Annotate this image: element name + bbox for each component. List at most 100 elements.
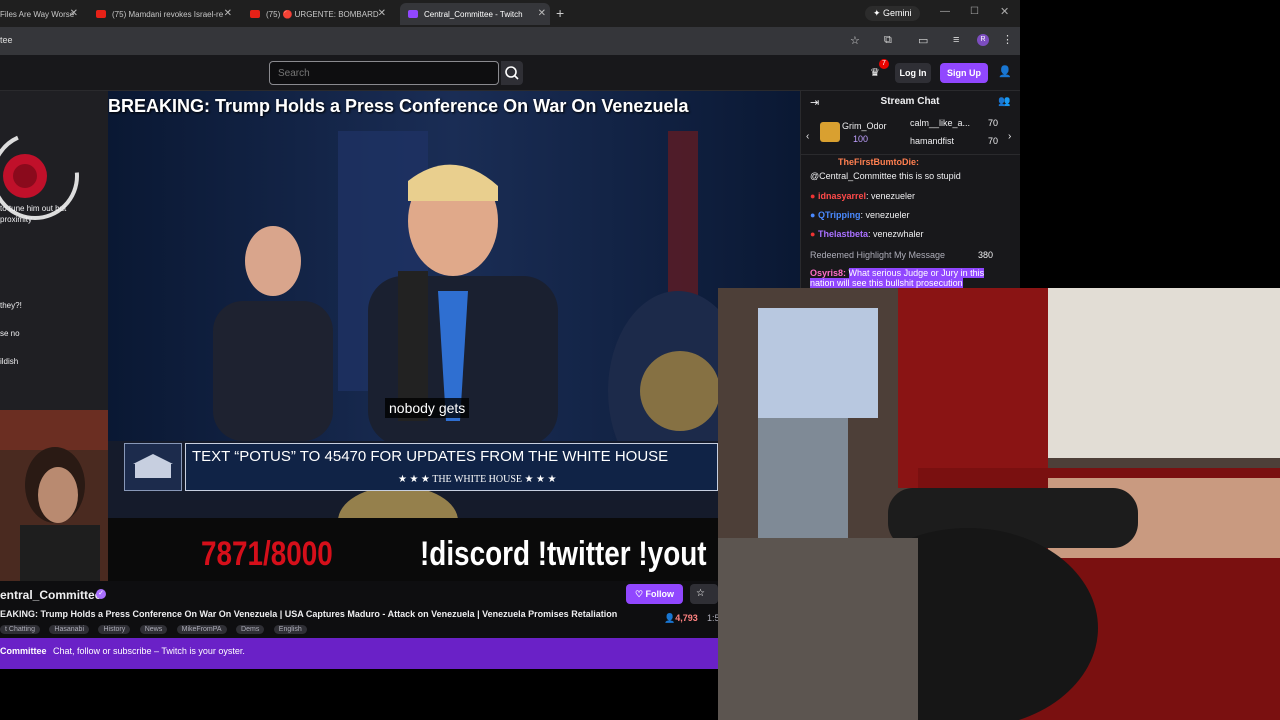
login-button[interactable]: Log In (895, 63, 931, 83)
video-player[interactable] (108, 91, 800, 581)
badge-icon: ● (810, 229, 816, 239)
badge-icon: ● (810, 191, 816, 201)
leaderboard-name[interactable]: calm__like_a... (910, 118, 970, 128)
browser-tab-2[interactable]: (75) Mamdani revokes Israel-re ✕ (96, 3, 236, 25)
lower-third-subtext: ★ ★ ★ THE WHITE HOUSE ★ ★ ★ (398, 474, 557, 485)
address-bar[interactable] (0, 27, 1020, 55)
browser-tab-active[interactable]: Central_Committee - Twitch ✕ (400, 3, 550, 25)
leaderboard-name[interactable]: hamandfist (910, 136, 954, 146)
highlighted-message: Osyris8: What serious Judge or Jury in t… (810, 268, 1010, 290)
leaderboard-name[interactable]: Grim_Odor (842, 121, 887, 131)
twitch-icon (408, 10, 418, 18)
left-sidebar: to tune him out but proximity they?! se … (0, 91, 108, 411)
prime-crown-icon[interactable]: ♛ (870, 66, 880, 79)
browser-tab-3[interactable]: (75) 🔴 URGENTE: BOMBARD ✕ (250, 3, 390, 25)
tag[interactable]: News (139, 625, 168, 634)
sidepanel-icon[interactable]: ▭ (918, 34, 928, 47)
follow-label: Follow (645, 589, 675, 599)
subscribe-button[interactable]: ☆ (690, 584, 718, 604)
tag[interactable]: Hasanabi (49, 625, 89, 634)
chat-message: ● idnasyarrel: venezueler (810, 191, 915, 201)
chat-message: ● Thelastbeta: venezwhaler (810, 229, 924, 239)
white-house-icon (133, 454, 173, 478)
youtube-icon (250, 10, 260, 18)
verified-badge-icon: ✓ (96, 589, 106, 599)
gift-icon (820, 122, 840, 142)
viewer-icon: 👤 (664, 613, 676, 623)
profile-avatar[interactable]: R (977, 34, 989, 46)
youtube-icon (96, 10, 106, 18)
stream-title: EAKING: Trump Holds a Press Conference O… (0, 609, 618, 619)
desktop-background (1020, 0, 1280, 288)
new-tab-icon[interactable]: + (556, 5, 564, 21)
viewer-count-value: 4,793 (675, 613, 698, 623)
leaderboard-next-icon[interactable]: › (1008, 131, 1011, 142)
close-icon[interactable]: ✕ (378, 8, 386, 19)
chat-title: Stream Chat (880, 96, 940, 107)
minimize-icon[interactable]: — (940, 6, 950, 17)
follow-button[interactable]: ♡ Follow (626, 584, 683, 604)
chat-text: : venezueler (865, 191, 916, 201)
promo-text: Chat, follow or subscribe – Twitch is yo… (53, 646, 245, 656)
redeem-cost: 380 (978, 250, 994, 260)
bedroom-scene (718, 288, 1280, 720)
search-icon (505, 66, 519, 80)
tag[interactable]: English (273, 625, 307, 634)
sidebar-row[interactable]: to tune him out but (0, 204, 66, 213)
redeem-label: Redeemed Highlight My Message (810, 250, 946, 260)
chat-message: ● QTripping: venezueler (810, 210, 909, 220)
video-caption: nobody gets (385, 398, 470, 418)
maximize-icon[interactable]: ☐ (970, 6, 979, 17)
search-button[interactable] (501, 61, 523, 85)
close-icon[interactable]: ✕ (70, 8, 78, 19)
search-input[interactable] (269, 61, 499, 85)
tag[interactable]: MikeFromPA (176, 625, 227, 634)
chat-text: : venezueler (860, 210, 910, 220)
chat-text: : venezwhaler (867, 229, 924, 239)
tag[interactable]: Dems (236, 625, 265, 634)
streamer-scene (0, 410, 108, 581)
chat-users-icon[interactable]: 👥 (998, 96, 1010, 107)
tag[interactable]: t Chatting (0, 625, 40, 634)
bookmark-star-icon[interactable]: ☆ (850, 34, 860, 47)
menu-kebab-icon[interactable]: ⋮ (1002, 33, 1013, 46)
sidebar-row[interactable]: proximity (0, 215, 32, 224)
press-conference-scene (108, 91, 800, 581)
chat-username[interactable]: TheFirstBumtoDie: (838, 157, 919, 167)
address-text[interactable]: tee (0, 35, 13, 45)
user-menu-icon[interactable]: 👤 (998, 65, 1012, 78)
sidebar-row[interactable]: ildish (0, 357, 18, 366)
tag[interactable]: History (98, 625, 131, 634)
sidebar-row[interactable]: se no (0, 329, 20, 338)
viewer-count: 👤4,793 (664, 613, 698, 624)
tab-label: Files Are Way Worse (0, 9, 75, 19)
leaderboard-prev-icon[interactable]: ‹ (806, 131, 809, 142)
close-icon[interactable]: ✕ (538, 8, 546, 19)
media-icon[interactable]: ≡ (953, 34, 959, 46)
signup-button[interactable]: Sign Up (940, 63, 988, 83)
sub-goal-counter: 7871/8000 (201, 535, 333, 573)
gemini-button[interactable]: ✦ Gemini (865, 6, 920, 21)
chat-username[interactable]: idnasyarrel (818, 191, 866, 201)
chat-username[interactable]: QTripping (818, 210, 861, 220)
streamer-webcam (0, 410, 108, 581)
extensions-icon[interactable]: ⧉ (884, 34, 892, 47)
close-icon[interactable]: ✕ (224, 8, 232, 19)
chat-message: TheFirstBumtoDie: (810, 157, 919, 167)
leaderboard-value: 70 (988, 136, 999, 146)
channel-name[interactable]: entral_Committee (0, 588, 101, 602)
video-headline: BREAKING: Trump Holds a Press Conference… (108, 96, 689, 116)
star-icon: ☆ (696, 588, 705, 599)
browser-tab-1[interactable]: Files Are Way Worse ✕ (0, 3, 82, 25)
leaderboard-value: 70 (988, 118, 999, 128)
chat-username[interactable]: Thelastbeta (818, 229, 868, 239)
tab-label: (75) Mamdani revokes Israel-re (112, 9, 224, 19)
leaderboard-value: 100 (853, 134, 869, 144)
social-commands-ticker: !discord !twitter !yout (420, 535, 707, 573)
window-close-icon[interactable]: ✕ (1000, 5, 1009, 18)
lower-third-text: TEXT “POTUS” TO 45470 FOR UPDATES FROM T… (192, 448, 669, 465)
gemini-label: Gemini (883, 8, 912, 18)
chat-username[interactable]: Osyris8: (810, 268, 846, 278)
notification-badge: 7 (879, 59, 889, 69)
sidebar-row[interactable]: they?! (0, 301, 22, 310)
